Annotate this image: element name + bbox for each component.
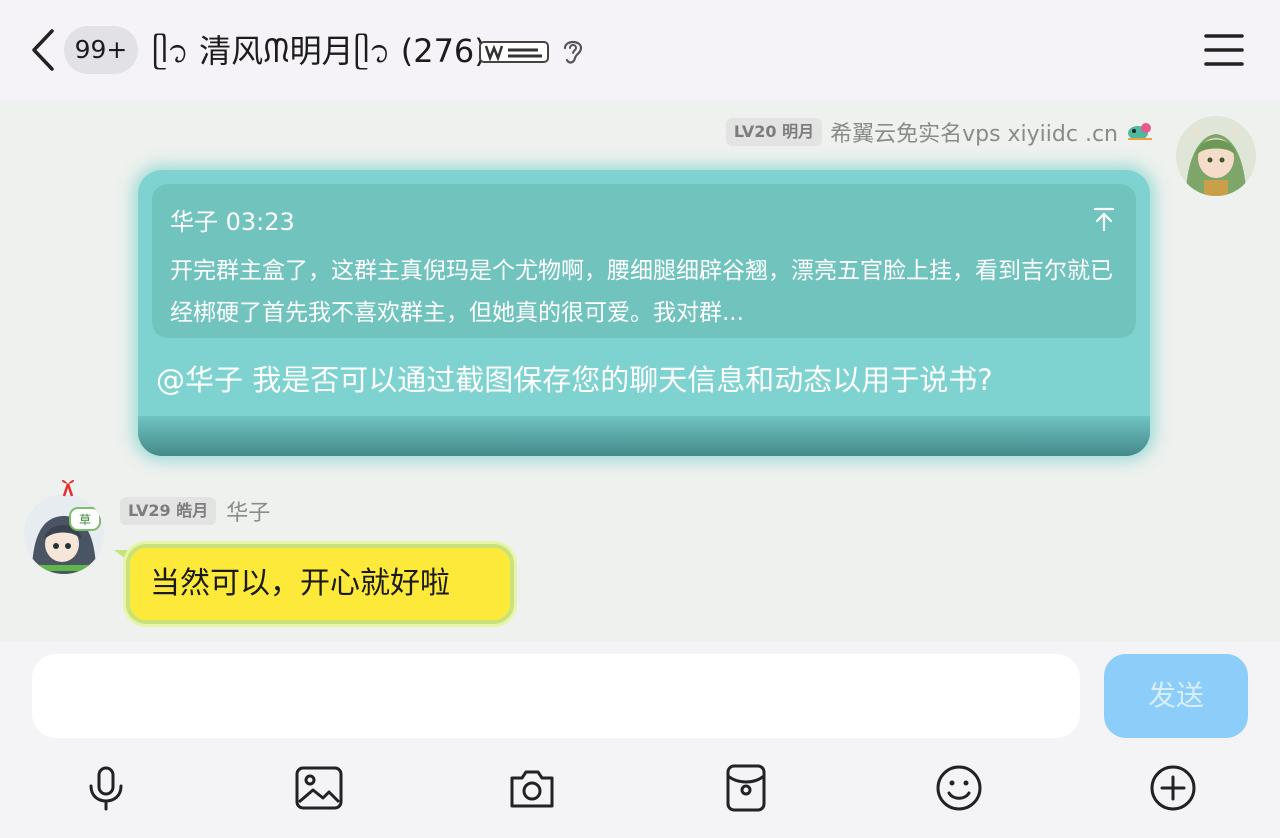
quote-author-time: 华子 03:23 [170,208,295,236]
my-message-bubble[interactable]: 华子 03:23 开完群主盒了，这群主真倪玛是个尤物啊，腰细腿细辟谷翘，漂亮五官… [138,170,1150,456]
svg-text:草: 草 [79,513,91,527]
send-button[interactable]: 发送 [1104,654,1248,738]
chat-header: 99+ ᥫ᭡ 清风ᙏ明月ᥫ᭡ (276) [0,0,1280,100]
other-message-text: 当然可以，开心就好啦 [150,566,450,601]
bubble-decoration [138,416,1150,456]
quoted-message[interactable]: 华子 03:23 开完群主盒了，这群主真倪玛是个尤物啊，腰细腿细辟谷翘，漂亮五官… [152,184,1136,338]
hamburger-menu-icon[interactable] [1202,30,1246,70]
other-avatar[interactable]: 草 [24,494,104,574]
plus-circle-icon[interactable] [1147,762,1199,814]
camera-icon[interactable] [506,762,558,814]
microphone-icon[interactable] [80,762,132,814]
ear-icon[interactable] [560,36,586,66]
chevron-left-icon[interactable] [26,27,60,73]
jump-to-original-icon[interactable] [1092,206,1116,232]
quote-text: 开完群主盒了，这群主真倪玛是个尤物啊，腰细腿细辟谷翘，漂亮五官脸上挂，看到吉尔就… [170,258,1113,326]
image-icon[interactable] [293,762,345,814]
winner-badge-icon [479,41,549,63]
sender-nickname[interactable]: 华子 [226,495,270,527]
dragon-pendant-icon [1128,123,1152,140]
unread-count-badge[interactable]: 99+ [64,26,138,74]
message-input[interactable] [32,654,1080,738]
gift-bow-icon [61,479,75,497]
other-message-bubble[interactable]: 当然可以，开心就好啦 [126,544,514,624]
red-packet-icon[interactable] [720,762,772,814]
sender-nickname[interactable]: 希翼云免实名vps xiyiidc .cn [830,116,1118,148]
input-area: 发送 [0,642,1280,838]
my-message-text: @华子 我是否可以通过截图保存您的聊天信息和动态以用于说书? [156,363,993,397]
emoji-icon[interactable] [933,762,985,814]
level-tag: LV20 明月 [725,118,823,146]
my-message-meta: LV20 明月 希翼云免实名vps xiyiidc .cn [725,116,1154,148]
level-tag: LV29 皓月 [120,497,217,525]
group-title[interactable]: ᥫ᭡ 清风ᙏ明月ᥫ᭡ (276) [152,28,487,74]
my-avatar[interactable] [1176,116,1256,196]
other-message-meta: LV29 皓月 华子 [120,496,270,526]
